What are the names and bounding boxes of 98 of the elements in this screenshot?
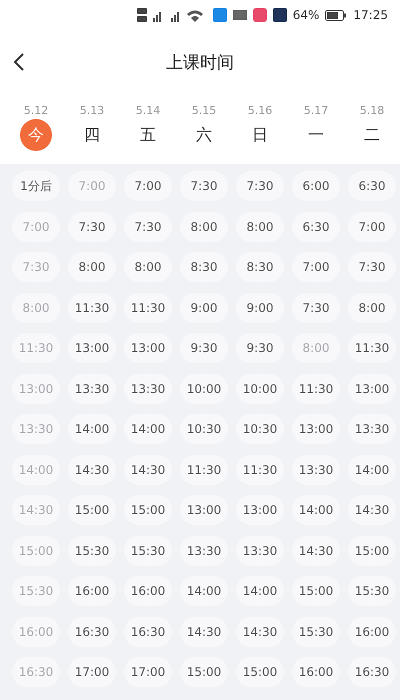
time-slot[interactable]: 16:00 bbox=[348, 616, 396, 646]
weekday-tab[interactable]: 五 bbox=[132, 119, 164, 151]
time-slot[interactable]: 1分后 bbox=[12, 171, 60, 201]
time-slot[interactable]: 14:00 bbox=[348, 454, 396, 484]
time-slot[interactable]: 14:00 bbox=[292, 495, 340, 525]
time-slot[interactable]: 7:30 bbox=[68, 212, 116, 242]
time-slot[interactable]: 13:00 bbox=[124, 333, 172, 363]
time-slot[interactable]: 15:00 bbox=[124, 495, 172, 525]
time-slot[interactable]: 10:00 bbox=[236, 374, 284, 404]
time-slot[interactable]: 11:30 bbox=[180, 454, 228, 484]
time-slot[interactable]: 13:30 bbox=[236, 536, 284, 566]
time-slot[interactable]: 16:30 bbox=[68, 616, 116, 646]
time-slot[interactable]: 16:30 bbox=[124, 616, 172, 646]
time-slot[interactable]: 15:30 bbox=[292, 616, 340, 646]
time-slot[interactable]: 14:00 bbox=[180, 576, 228, 606]
day-date: 5.14 bbox=[136, 104, 160, 117]
time-slot[interactable]: 14:30 bbox=[180, 616, 228, 646]
time-slot[interactable]: 16:00 bbox=[68, 576, 116, 606]
time-slot[interactable]: 17:00 bbox=[68, 657, 116, 687]
time-slot[interactable]: 6:30 bbox=[292, 212, 340, 242]
time-slot[interactable]: 15:00 bbox=[348, 536, 396, 566]
time-slot[interactable]: 7:30 bbox=[180, 171, 228, 201]
time-slot[interactable]: 13:30 bbox=[124, 374, 172, 404]
time-slot[interactable]: 13:30 bbox=[292, 454, 340, 484]
time-slot[interactable]: 15:30 bbox=[124, 536, 172, 566]
time-slot[interactable]: 15:00 bbox=[292, 576, 340, 606]
battery-icon bbox=[325, 10, 348, 20]
day-date: 5.17 bbox=[304, 104, 328, 117]
time-slot[interactable]: 15:00 bbox=[180, 657, 228, 687]
time-slot[interactable]: 15:30 bbox=[68, 536, 116, 566]
time-slot[interactable]: 11:30 bbox=[124, 292, 172, 322]
weekday-tab[interactable]: 六 bbox=[188, 119, 220, 151]
time-slot[interactable]: 13:30 bbox=[68, 374, 116, 404]
time-slot[interactable]: 13:00 bbox=[348, 374, 396, 404]
weekday-tab[interactable]: 四 bbox=[76, 119, 108, 151]
time-slot[interactable]: 9:30 bbox=[236, 333, 284, 363]
time-slot[interactable]: 16:00 bbox=[292, 657, 340, 687]
time-slot[interactable]: 13:30 bbox=[348, 414, 396, 444]
time-slot[interactable]: 8:00 bbox=[124, 252, 172, 282]
time-slot[interactable]: 13:30 bbox=[180, 536, 228, 566]
time-slot[interactable]: 16:30 bbox=[348, 657, 396, 687]
time-slot[interactable]: 7:00 bbox=[348, 212, 396, 242]
weekday-tab[interactable]: 一 bbox=[300, 119, 332, 151]
time-slot[interactable]: 8:00 bbox=[348, 292, 396, 322]
time-slot[interactable]: 7:30 bbox=[292, 292, 340, 322]
time-slot[interactable]: 17:00 bbox=[124, 657, 172, 687]
back-icon[interactable] bbox=[13, 53, 25, 71]
time-slot[interactable]: 15:30 bbox=[348, 576, 396, 606]
time-slot[interactable]: 13:00 bbox=[68, 333, 116, 363]
time-slot[interactable]: 10:30 bbox=[180, 414, 228, 444]
time-slot[interactable]: 7:00 bbox=[292, 252, 340, 282]
time-slot[interactable]: 8:30 bbox=[236, 252, 284, 282]
day-date: 5.13 bbox=[80, 104, 104, 117]
time-slot[interactable]: 14:30 bbox=[124, 454, 172, 484]
time-slot[interactable]: 13:00 bbox=[180, 495, 228, 525]
time-slot[interactable]: 11:30 bbox=[68, 292, 116, 322]
time-slot[interactable]: 11:30 bbox=[348, 333, 396, 363]
time-slot[interactable]: 9:30 bbox=[180, 333, 228, 363]
time-slot[interactable]: 14:00 bbox=[236, 576, 284, 606]
app-notification-icon bbox=[212, 8, 227, 22]
time-slot[interactable]: 13:00 bbox=[236, 495, 284, 525]
time-slot[interactable]: 14:30 bbox=[292, 536, 340, 566]
time-slot[interactable]: 8:30 bbox=[180, 252, 228, 282]
time-slot[interactable]: 14:30 bbox=[236, 616, 284, 646]
weekday-tab[interactable]: 日 bbox=[244, 119, 276, 151]
time-slot[interactable]: 7:30 bbox=[124, 212, 172, 242]
time-slot[interactable]: 9:00 bbox=[180, 292, 228, 322]
time-slot[interactable]: 6:30 bbox=[348, 171, 396, 201]
day-date: 5.18 bbox=[360, 104, 384, 117]
time-slot[interactable]: 10:30 bbox=[236, 414, 284, 444]
time-slot[interactable]: 8:00 bbox=[180, 212, 228, 242]
time-slot[interactable]: 8:00 bbox=[236, 212, 284, 242]
day-date: 5.15 bbox=[192, 104, 216, 117]
page-title: 上课时间 bbox=[166, 52, 234, 74]
time-slot[interactable]: 11:30 bbox=[292, 374, 340, 404]
time-slot[interactable]: 13:00 bbox=[292, 414, 340, 444]
day-date: 5.16 bbox=[248, 104, 272, 117]
time-slot[interactable]: 15:00 bbox=[68, 495, 116, 525]
time-slot[interactable]: 14:30 bbox=[348, 495, 396, 525]
time-slot[interactable]: 6:00 bbox=[292, 171, 340, 201]
day-date: 5.12 bbox=[24, 104, 48, 117]
time-slot[interactable]: 10:00 bbox=[180, 374, 228, 404]
time-slot[interactable]: 15:00 bbox=[236, 657, 284, 687]
time-slot[interactable]: 7:30 bbox=[236, 171, 284, 201]
app-notification-icon bbox=[272, 8, 287, 22]
status-time: 17:25 bbox=[353, 8, 388, 22]
time-slot[interactable]: 11:30 bbox=[236, 454, 284, 484]
time-slot[interactable]: 9:00 bbox=[236, 292, 284, 322]
time-slot[interactable]: 14:00 bbox=[68, 414, 116, 444]
battery-percentage: 64% bbox=[292, 8, 320, 22]
time-slot[interactable]: 7:00 bbox=[124, 171, 172, 201]
time-slot[interactable]: 14:30 bbox=[68, 454, 116, 484]
time-slot[interactable]: 14:00 bbox=[124, 414, 172, 444]
time-slot[interactable]: 16:00 bbox=[124, 576, 172, 606]
time-slot[interactable]: 7:30 bbox=[348, 252, 396, 282]
weekday-tab[interactable]: 二 bbox=[356, 119, 388, 151]
app-notification-icon bbox=[252, 8, 267, 22]
time-slot[interactable]: 8:00 bbox=[68, 252, 116, 282]
